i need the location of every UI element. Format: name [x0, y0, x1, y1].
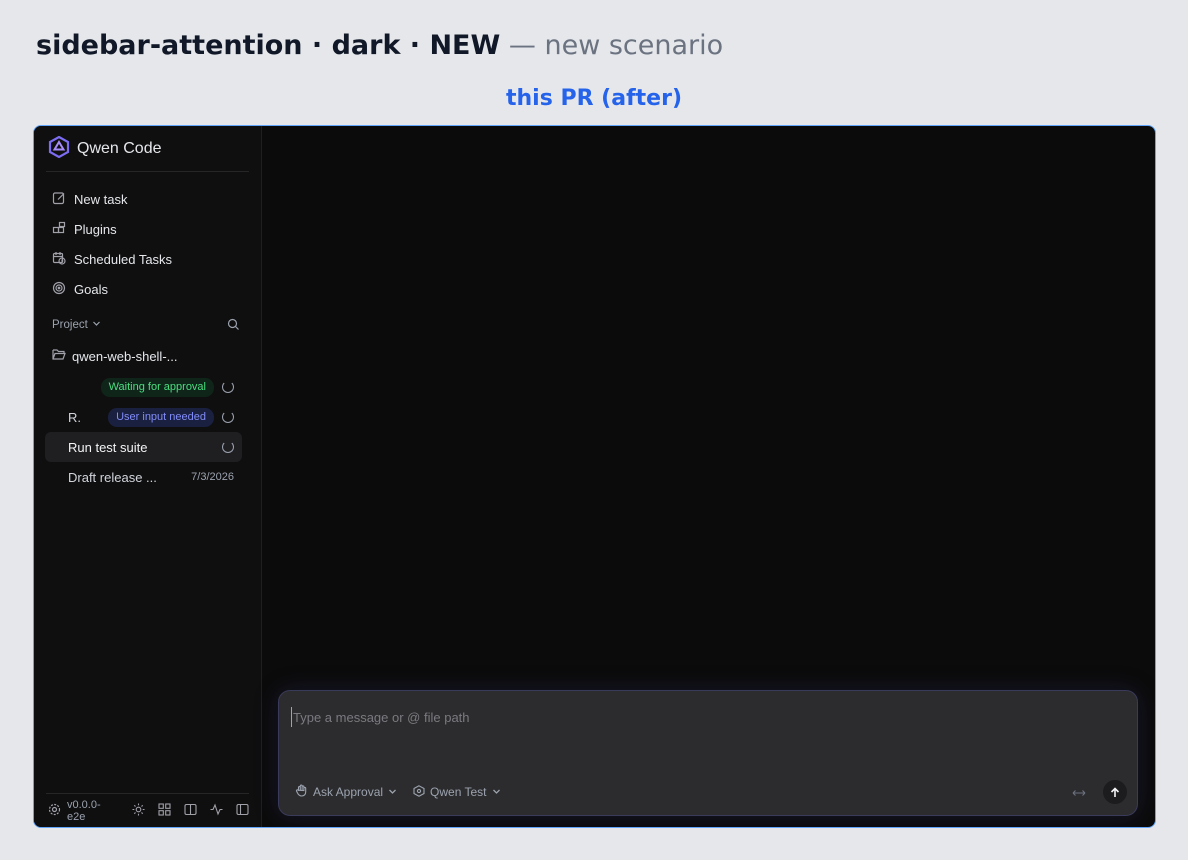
- session-item[interactable]: Waiting for approval: [45, 372, 242, 402]
- calendar-clock-icon: [52, 251, 66, 268]
- theme-sun-icon[interactable]: [132, 801, 145, 820]
- nav-plugins[interactable]: Plugins: [46, 214, 250, 244]
- divider: [46, 171, 249, 172]
- session-item-active[interactable]: Run test suite: [45, 432, 242, 462]
- sidebar: Qwen Code New task Plugins Scheduled Tas…: [34, 126, 262, 827]
- activity-icon[interactable]: [210, 801, 223, 820]
- app-window: Qwen Code New task Plugins Scheduled Tas…: [33, 125, 1156, 828]
- edit-icon: [52, 191, 66, 208]
- session-item[interactable]: R. User input needed: [45, 402, 242, 432]
- nav-label: New task: [74, 191, 128, 207]
- target-icon: [52, 281, 66, 298]
- message-composer: Ask Approval Qwen Test: [278, 690, 1138, 816]
- loading-spinner-icon: [222, 411, 234, 423]
- session-title: R.: [68, 409, 81, 425]
- project-section-header: Project: [52, 314, 240, 336]
- nav-new-task[interactable]: New task: [46, 184, 250, 214]
- chevron-down-icon: [92, 319, 101, 331]
- plugins-icon: [52, 221, 66, 238]
- nav-goals[interactable]: Goals: [46, 274, 250, 304]
- message-input[interactable]: [291, 707, 991, 727]
- nav-label: Scheduled Tasks: [74, 251, 173, 267]
- nav-label: Goals: [74, 281, 108, 297]
- search-icon[interactable]: [227, 316, 240, 335]
- folder-name: qwen-web-shell-...: [72, 348, 178, 364]
- session-item[interactable]: Draft release ... 7/3/2026: [45, 462, 242, 492]
- variant-label: this PR (after): [505, 86, 682, 111]
- session-title: Draft release ...: [68, 469, 157, 485]
- version-label: v0.0.0-e2e: [67, 798, 101, 823]
- scenario-title: sidebar-attention · dark · NEW: [36, 30, 501, 61]
- qwen-logo-icon: [48, 135, 70, 162]
- nav-scheduled-tasks[interactable]: Scheduled Tasks: [46, 244, 250, 274]
- sidebar-nav: New task Plugins Scheduled Tasks Goals: [46, 184, 250, 304]
- composer-toolbar: Ask Approval Qwen Test: [295, 779, 1127, 805]
- project-folder[interactable]: qwen-web-shell-...: [52, 345, 178, 367]
- footer-actions: [132, 801, 249, 820]
- nav-label: Plugins: [74, 221, 117, 237]
- grid-icon[interactable]: [158, 801, 171, 820]
- status-badge-input-needed: User input needed: [108, 407, 214, 427]
- session-date: 7/3/2026: [191, 471, 234, 483]
- loading-spinner-icon: [222, 441, 234, 453]
- section-label: Project: [52, 319, 88, 331]
- send-button[interactable]: [1103, 780, 1127, 804]
- sidebar-toggle-icon[interactable]: [236, 801, 249, 820]
- brand-name: Qwen Code: [77, 140, 162, 157]
- session-title: Run test suite: [68, 439, 148, 455]
- folder-open-icon: [52, 348, 66, 364]
- expand-width-icon[interactable]: [1071, 783, 1087, 802]
- page-title: sidebar-attention · dark · NEW — new sce…: [36, 28, 723, 64]
- model-cube-icon: [413, 784, 425, 800]
- chevron-down-icon: [492, 785, 501, 799]
- model-selector[interactable]: Qwen Test: [413, 784, 501, 800]
- status-badge-waiting-approval: Waiting for approval: [100, 377, 214, 397]
- project-dropdown[interactable]: Project: [52, 319, 101, 331]
- arrow-up-icon: [1110, 783, 1120, 802]
- chevron-down-icon: [388, 785, 397, 799]
- hand-icon: [295, 784, 308, 800]
- sidebar-footer: v0.0.0-e2e: [46, 793, 249, 827]
- loading-spinner-icon: [222, 381, 234, 393]
- brand[interactable]: Qwen Code: [48, 135, 162, 162]
- model-label: Qwen Test: [430, 785, 487, 799]
- split-view-icon[interactable]: [184, 801, 197, 820]
- approval-mode-label: Ask Approval: [313, 785, 384, 799]
- approval-mode-selector[interactable]: Ask Approval: [295, 784, 397, 800]
- scenario-subtitle: — new scenario: [508, 30, 724, 61]
- settings-icon[interactable]: [48, 801, 61, 820]
